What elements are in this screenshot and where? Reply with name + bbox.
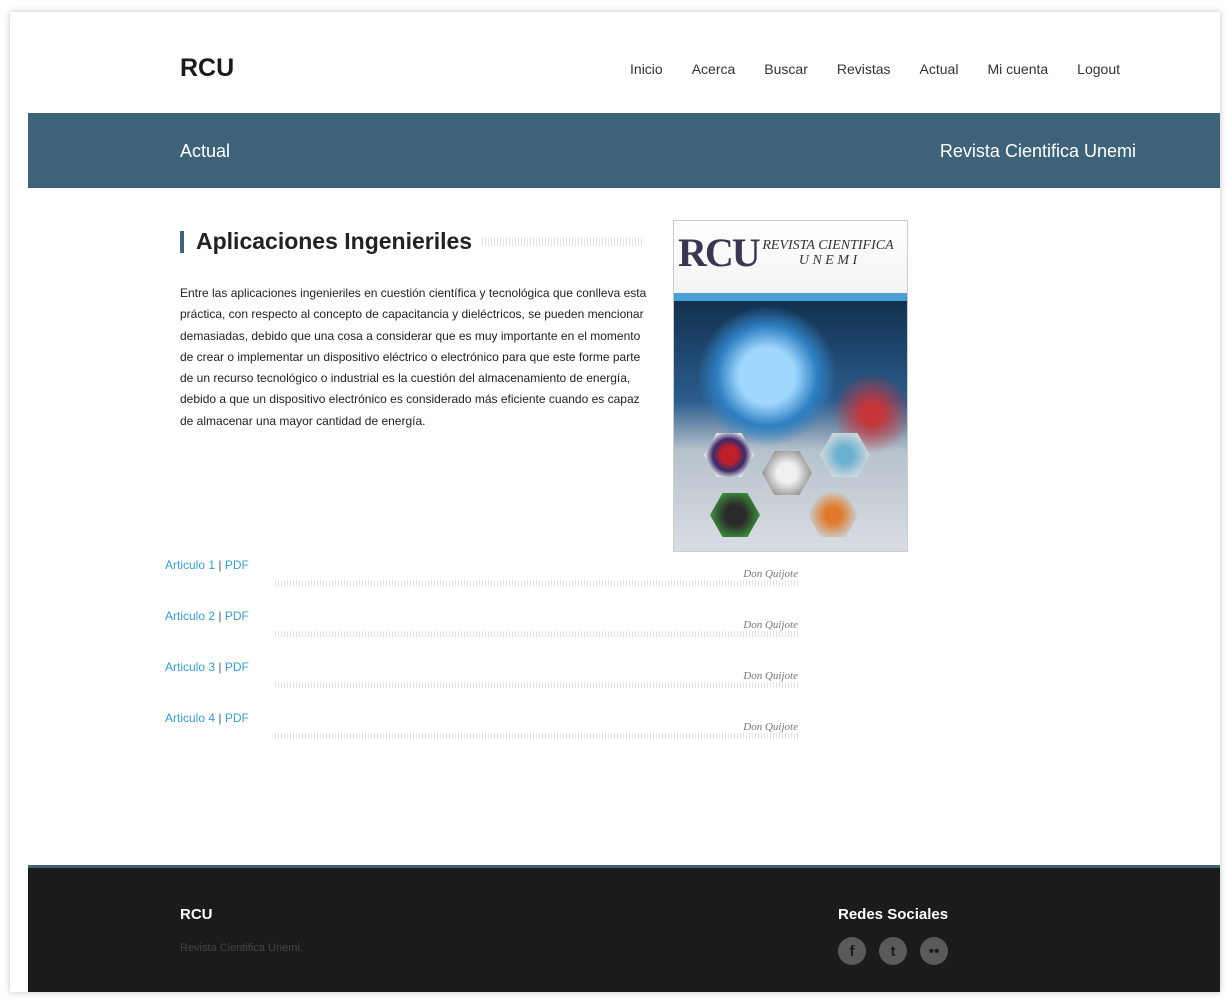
- flickr-icon[interactable]: ••: [920, 937, 948, 965]
- nav-mi-cuenta[interactable]: Mi cuenta: [987, 61, 1048, 77]
- cover-title-line1: REVISTA CIENTIFICA: [762, 238, 894, 253]
- hex-chip-image: [710, 493, 760, 537]
- heading-divider: [482, 238, 644, 246]
- article-row: Articulo 2 | PDF Don Quijote: [165, 609, 798, 649]
- cover-logo: RCU: [678, 230, 761, 275]
- site-logo[interactable]: RCU: [180, 54, 234, 83]
- nav-buscar[interactable]: Buscar: [764, 61, 808, 77]
- article-heading: Aplicaciones Ingenieriles: [180, 228, 472, 255]
- cover-title-line2: U N E M I: [798, 253, 858, 268]
- article-links: Articulo 4 | PDF: [165, 711, 249, 725]
- hex-engineer-image: [808, 493, 858, 537]
- nav-acerca[interactable]: Acerca: [692, 61, 736, 77]
- link-separator: |: [218, 609, 222, 623]
- nav-logout[interactable]: Logout: [1077, 61, 1120, 77]
- article-title: Aplicaciones Ingenieriles: [196, 228, 473, 254]
- pdf-link[interactable]: PDF: [225, 558, 249, 572]
- nav-revistas[interactable]: Revistas: [837, 61, 891, 77]
- article-divider: [275, 631, 798, 637]
- article-row: Articulo 1 | PDF Don Quijote: [165, 558, 798, 598]
- footer-subtitle: Revista Cientifica Unemi.: [180, 942, 303, 954]
- hex-device-image: [762, 451, 812, 495]
- article-author: Don Quijote: [743, 721, 798, 733]
- cover-header: RCU REVISTA CIENTIFICA U N E M I: [674, 221, 907, 293]
- link-separator: |: [218, 660, 222, 674]
- link-separator: |: [218, 711, 222, 725]
- article-links: Articulo 2 | PDF: [165, 609, 249, 623]
- article-author: Don Quijote: [743, 619, 798, 631]
- page-banner: Actual Revista Cientifica Unemi: [28, 113, 1220, 188]
- article-links: Articulo 3 | PDF: [165, 660, 249, 674]
- article-author: Don Quijote: [743, 568, 798, 580]
- article-link[interactable]: Articulo 2: [165, 609, 215, 623]
- article-divider: [275, 733, 798, 739]
- social-title: Redes Sociales: [838, 906, 949, 923]
- article-author: Don Quijote: [743, 670, 798, 682]
- hex-lab-image: [820, 433, 870, 477]
- social-icons: f t ••: [838, 937, 961, 965]
- pdf-link[interactable]: PDF: [225, 660, 249, 674]
- article-divider: [275, 682, 798, 688]
- cover-title: REVISTA CIENTIFICA U N E M I: [752, 238, 904, 268]
- banner-section-title: Actual: [180, 141, 231, 161]
- pdf-link[interactable]: PDF: [225, 609, 249, 623]
- article-divider: [275, 580, 798, 586]
- page-frame: RCU Inicio Acerca Buscar Revistas Actual…: [10, 12, 1220, 992]
- article-row: Articulo 3 | PDF Don Quijote: [165, 660, 798, 700]
- main-nav: Inicio Acerca Buscar Revistas Actual Mi …: [601, 61, 1120, 77]
- cover-accent-bar: [674, 293, 907, 301]
- nav-inicio[interactable]: Inicio: [630, 61, 663, 77]
- journal-cover-image: RCU REVISTA CIENTIFICA U N E M I: [673, 220, 908, 552]
- facebook-icon[interactable]: f: [838, 937, 866, 965]
- pdf-link[interactable]: PDF: [225, 711, 249, 725]
- heading-accent-bar: [180, 230, 184, 253]
- article-intro: Entre las aplicaciones ingenieriles en c…: [180, 286, 647, 428]
- article-links: Articulo 1 | PDF: [165, 558, 249, 572]
- cover-artwork: [674, 301, 907, 551]
- footer-title: RCU: [180, 906, 213, 923]
- article-link[interactable]: Articulo 3: [165, 660, 215, 674]
- site-footer: RCU Revista Cientifica Unemi. Redes Soci…: [28, 865, 1220, 992]
- nav-actual[interactable]: Actual: [920, 61, 959, 77]
- banner-journal-name: Revista Cientifica Unemi: [939, 141, 1136, 161]
- hex-molecule-image: [704, 433, 754, 477]
- twitter-icon[interactable]: t: [879, 937, 907, 965]
- article-link[interactable]: Articulo 4: [165, 711, 215, 725]
- article-link[interactable]: Articulo 1: [165, 558, 215, 572]
- link-separator: |: [218, 558, 222, 572]
- article-row: Articulo 4 | PDF Don Quijote: [165, 711, 798, 751]
